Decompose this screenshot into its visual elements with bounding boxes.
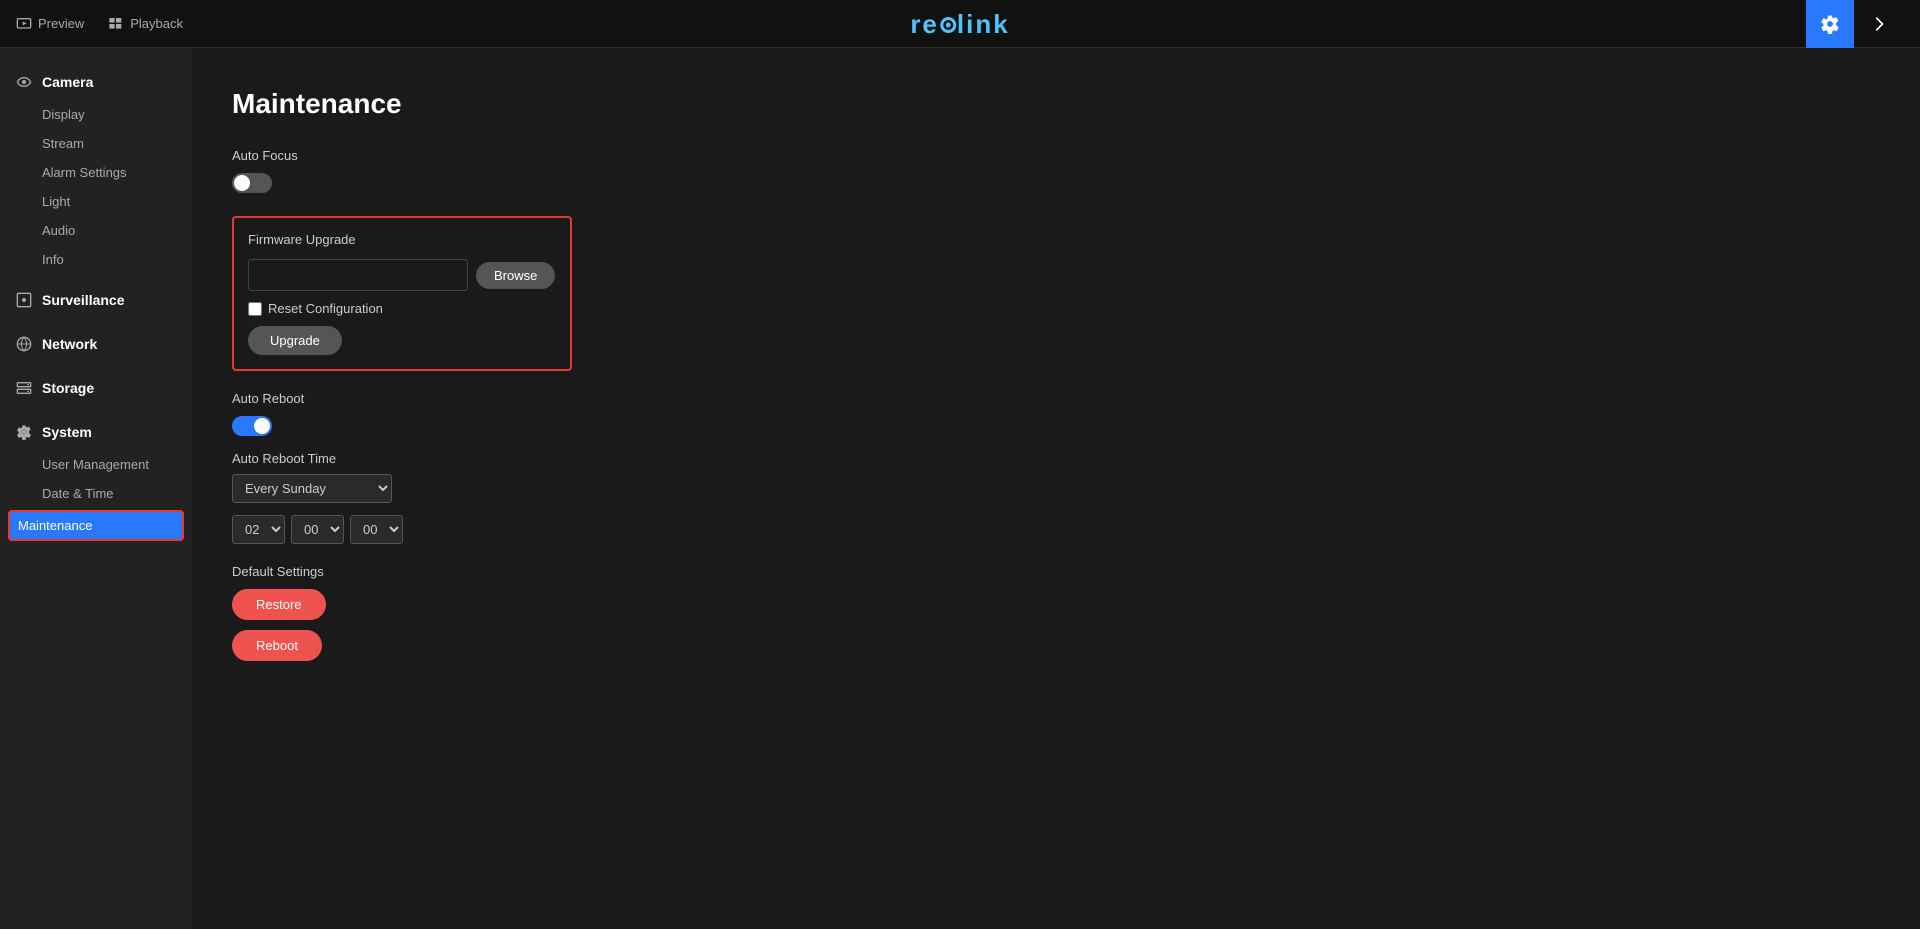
auto-reboot-section: Auto Reboot Auto Reboot Time Every Sunda… — [232, 391, 1880, 544]
reboot-minute-select-1[interactable]: 00051015 20253035 40455055 — [291, 515, 344, 544]
preview-label: Preview — [38, 16, 84, 31]
reboot-button[interactable]: Reboot — [232, 630, 322, 661]
camera-label: Camera — [42, 74, 93, 90]
sidebar-item-display[interactable]: Display — [0, 100, 192, 129]
default-settings-label: Default Settings — [232, 564, 1880, 579]
storage-icon — [16, 380, 32, 396]
firmware-file-row: Browse — [248, 259, 556, 291]
logo: relink — [910, 8, 1009, 40]
page-title: Maintenance — [232, 88, 1880, 120]
sidebar-item-alarm-settings[interactable]: Alarm Settings — [0, 158, 192, 187]
sidebar-section-surveillance: Surveillance — [0, 282, 192, 318]
sidebar-section-camera: Camera Display Stream Alarm Settings Lig… — [0, 64, 192, 274]
sidebar-item-light[interactable]: Light — [0, 187, 192, 216]
reboot-hour-select[interactable]: 00010203 04050607 08091011 12131415 1617… — [232, 515, 285, 544]
arrow-icon-btn[interactable] — [1856, 0, 1904, 48]
restore-button[interactable]: Restore — [232, 589, 326, 620]
sidebar-section-network: Network — [0, 326, 192, 362]
sidebar-camera-header[interactable]: Camera — [0, 64, 192, 100]
reset-config-row: Reset Configuration — [248, 301, 556, 316]
sidebar-section-storage: Storage — [0, 370, 192, 406]
auto-reboot-label: Auto Reboot — [232, 391, 1880, 406]
sidebar-item-audio[interactable]: Audio — [0, 216, 192, 245]
sidebar-storage-header[interactable]: Storage — [0, 370, 192, 406]
header-right — [1806, 0, 1904, 48]
sidebar-surveillance-header[interactable]: Surveillance — [0, 282, 192, 318]
header: Preview Playback relink — [0, 0, 1920, 48]
sidebar-network-header[interactable]: Network — [0, 326, 192, 362]
auto-focus-label: Auto Focus — [232, 148, 1880, 163]
reboot-minute-select-2[interactable]: 00051015 20253035 40455055 — [350, 515, 403, 544]
arrow-right-icon — [1870, 14, 1890, 34]
reboot-schedule-row: Every Sunday Every Monday Every Tuesday … — [232, 474, 1880, 503]
network-label: Network — [42, 336, 97, 352]
auto-reboot-toggle[interactable] — [232, 416, 272, 436]
auto-focus-section: Auto Focus — [232, 148, 1880, 196]
preview-nav-item[interactable]: Preview — [16, 16, 84, 32]
preview-icon — [16, 16, 32, 32]
system-icon — [16, 424, 32, 440]
firmware-file-input[interactable] — [248, 259, 468, 291]
sidebar-item-stream[interactable]: Stream — [0, 129, 192, 158]
firmware-upgrade-box: Firmware Upgrade Browse Reset Configurat… — [232, 216, 572, 371]
system-label: System — [42, 424, 92, 440]
camera-icon — [16, 74, 32, 90]
settings-icon-btn[interactable] — [1806, 0, 1854, 48]
firmware-upgrade-label: Firmware Upgrade — [248, 232, 556, 247]
reboot-schedule-select[interactable]: Every Sunday Every Monday Every Tuesday … — [232, 474, 392, 503]
auto-reboot-time-label: Auto Reboot Time — [232, 451, 1880, 466]
auto-focus-toggle[interactable] — [232, 173, 272, 193]
playback-label: Playback — [130, 16, 183, 31]
sidebar-item-user-management[interactable]: User Management — [0, 450, 192, 479]
sidebar: Camera Display Stream Alarm Settings Lig… — [0, 48, 192, 929]
playback-icon — [108, 16, 124, 32]
header-nav: Preview Playback — [16, 16, 183, 32]
upgrade-button[interactable]: Upgrade — [248, 326, 342, 355]
network-icon — [16, 336, 32, 352]
sidebar-section-system: System User Management Date & Time Maint… — [0, 414, 192, 541]
storage-label: Storage — [42, 380, 94, 396]
reset-config-label: Reset Configuration — [268, 301, 383, 316]
layout: Camera Display Stream Alarm Settings Lig… — [0, 48, 1920, 929]
sidebar-item-date-time[interactable]: Date & Time — [0, 479, 192, 508]
browse-button[interactable]: Browse — [476, 262, 555, 289]
sidebar-system-header[interactable]: System — [0, 414, 192, 450]
surveillance-label: Surveillance — [42, 292, 125, 308]
sidebar-item-maintenance[interactable]: Maintenance — [8, 510, 184, 541]
reboot-time-row: 00010203 04050607 08091011 12131415 1617… — [232, 515, 1880, 544]
gear-icon — [1820, 14, 1840, 34]
reset-config-checkbox[interactable] — [248, 302, 262, 316]
playback-nav-item[interactable]: Playback — [108, 16, 183, 32]
main-content: Maintenance Auto Focus Firmware Upgrade … — [192, 48, 1920, 929]
surveillance-icon — [16, 292, 32, 308]
sidebar-item-info[interactable]: Info — [0, 245, 192, 274]
default-settings-section: Default Settings Restore Reboot — [232, 564, 1880, 661]
